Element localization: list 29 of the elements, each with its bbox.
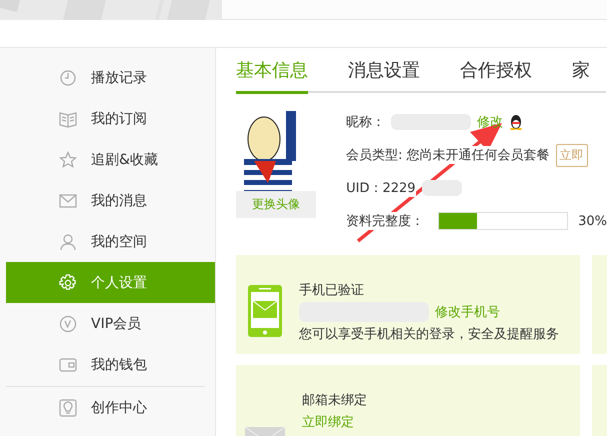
clock-icon <box>59 68 77 86</box>
member-type-text: 会员类型: 您尚未开通任何会员套餐 <box>346 146 550 164</box>
lightbulb-icon <box>59 398 77 416</box>
card-title: 邮箱未绑定 <box>302 392 368 409</box>
sidebar-item[interactable]: VIP会员 <box>6 303 216 344</box>
penguin-icon <box>509 114 524 130</box>
tab[interactable]: 消息设置 <box>348 48 420 91</box>
wallet-icon <box>59 356 77 374</box>
book-icon <box>59 110 77 128</box>
sidebar-item[interactable]: 我的消息 <box>6 180 216 221</box>
phone-icon <box>248 285 282 337</box>
vip-icon <box>59 314 77 332</box>
card-description: 您可以享受手机相关的登录，安全及提醒服务 <box>299 326 560 343</box>
tab[interactable]: 合作授权 <box>460 48 532 91</box>
sidebar-item[interactable]: 我的钱包 <box>6 344 216 385</box>
uid-text: UID：2229 <box>346 179 416 197</box>
sidebar-item[interactable]: 我的空间 <box>6 221 216 262</box>
envelope-icon <box>59 192 77 210</box>
percentage-text: 30% <box>578 214 607 228</box>
sidebar-item[interactable]: 播放记录 <box>6 57 216 98</box>
card-title: 手机已验证 <box>299 282 366 299</box>
sidebar-item[interactable]: 追剧&收藏 <box>6 139 216 180</box>
settings-icon <box>59 274 77 292</box>
sidebar-item[interactable]: 我的订阅 <box>6 98 216 139</box>
sidebar-item[interactable]: 创作中心 <box>6 387 216 428</box>
tab[interactable]: 家 <box>572 48 590 91</box>
blurred-text <box>422 180 462 196</box>
person-icon <box>59 232 77 250</box>
star-icon <box>59 150 77 168</box>
